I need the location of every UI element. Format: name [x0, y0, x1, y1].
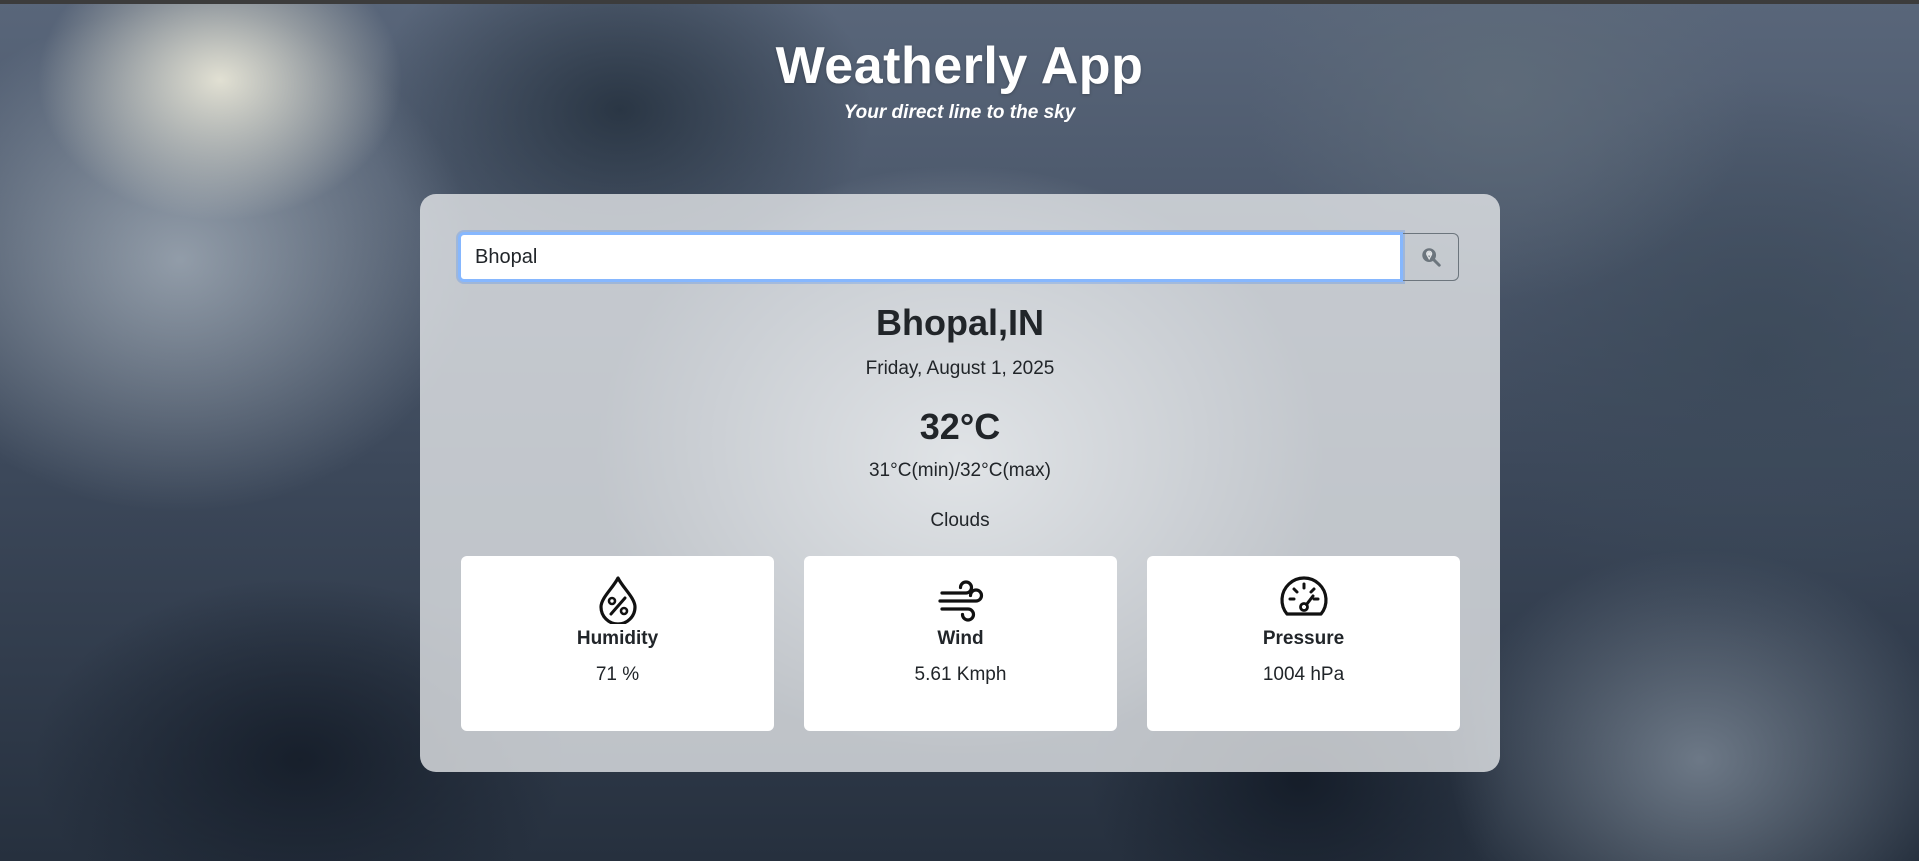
- wind-label: Wind: [937, 628, 984, 649]
- humidity-drop-icon: [598, 576, 637, 624]
- pressure-value: 1004 hPa: [1262, 664, 1345, 685]
- wind-value: 5.61 Kmph: [914, 664, 1007, 685]
- wind-card: Wind 5.61 Kmph: [804, 556, 1117, 731]
- search-button[interactable]: [1403, 233, 1459, 281]
- temperature-range: 31°C(min)/32°C(max): [868, 460, 1051, 481]
- pressure-card: Pressure 1004 hPa: [1147, 556, 1460, 731]
- browser-top-edge: [0, 0, 1919, 4]
- humidity-label: Humidity: [576, 628, 659, 649]
- humidity-card: Humidity 71 %: [461, 556, 774, 731]
- app-header: Weatherly App Your direct line to the sk…: [0, 36, 1919, 124]
- humidity-value: 71 %: [595, 664, 640, 685]
- gauge-icon: [1279, 576, 1328, 616]
- search-bar: [458, 232, 1461, 282]
- app-subtitle: Your direct line to the sky: [843, 102, 1076, 123]
- current-temperature: 32°C: [919, 406, 1001, 447]
- search-location-icon: [1421, 248, 1441, 267]
- current-date: Friday, August 1, 2025: [865, 358, 1055, 379]
- weather-card: Bhopal,IN Friday, August 1, 2025 32°C 31…: [420, 194, 1500, 772]
- wind-icon: [937, 580, 983, 622]
- city-name: Bhopal,IN: [876, 302, 1044, 343]
- app-title: Weatherly App: [775, 37, 1144, 95]
- pressure-label: Pressure: [1262, 628, 1345, 649]
- weather-condition: Clouds: [930, 510, 990, 531]
- city-search-input[interactable]: [458, 232, 1403, 282]
